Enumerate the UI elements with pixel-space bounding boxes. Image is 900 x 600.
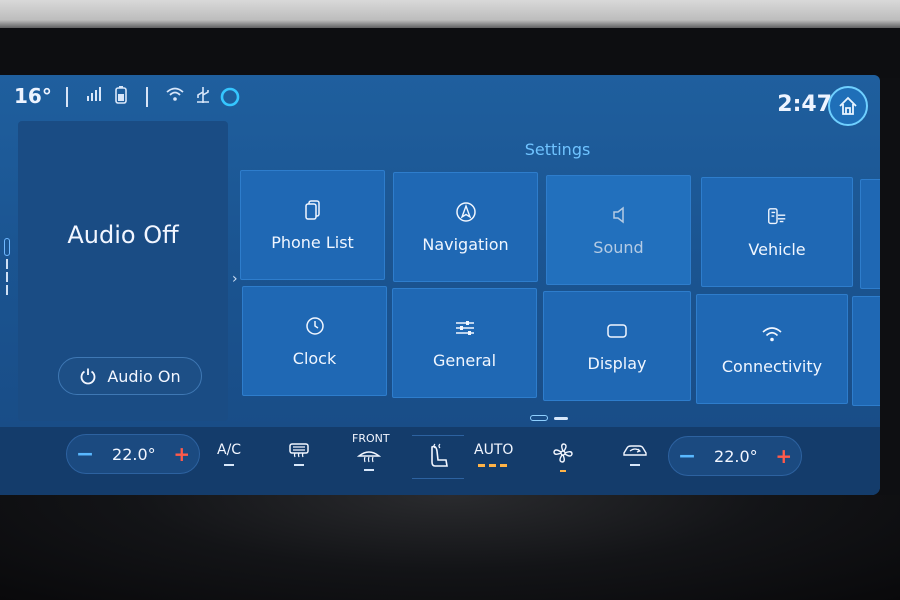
front-defrost-indicator — [364, 469, 374, 471]
driver-temp-value: 22.0° — [112, 444, 156, 464]
seat-icon — [431, 443, 448, 467]
side-indicator-active — [4, 238, 10, 256]
dashboard-trim — [0, 495, 900, 600]
status-bar: 16° 2:47 — [0, 75, 880, 126]
settings-title: Settings — [524, 140, 591, 159]
power-icon — [80, 368, 96, 385]
tile-navigation[interactable]: Navigation — [393, 172, 538, 282]
auto-button[interactable]: AUTO — [474, 442, 513, 467]
speaker-icon — [608, 204, 630, 226]
status-separator — [146, 87, 148, 107]
recirculation-icon — [623, 445, 647, 456]
seat-climate-button[interactable] — [412, 435, 464, 479]
usb-icon — [194, 86, 212, 108]
front-defrost-label: FRONT — [352, 432, 390, 445]
wifi-icon — [761, 323, 783, 345]
rear-defrost-icon — [289, 443, 309, 458]
audio-on-label: Audio On — [107, 366, 181, 386]
tile-sound[interactable]: Sound — [546, 175, 691, 285]
status-separator — [66, 87, 68, 107]
rear-defrost-indicator — [294, 464, 304, 466]
tile-phone-list[interactable]: Phone List — [240, 170, 385, 280]
tile-general[interactable]: General — [392, 288, 537, 398]
passenger-temp-control: − 22.0° + — [668, 436, 802, 476]
climate-bar: − 22.0° + A/C FRONT AUTO − 22.0° + — [0, 427, 880, 495]
assistant-icon[interactable] — [220, 87, 240, 111]
fan-icon — [553, 443, 573, 463]
ac-label: A/C — [217, 442, 242, 458]
ac-indicator — [224, 464, 235, 466]
fan-button[interactable] — [552, 442, 574, 472]
auto-label: AUTO — [474, 442, 514, 458]
tile-display[interactable]: Display — [543, 291, 691, 401]
photo-frame: 16° 2:47 Audio Off Audio On › Settings P… — [0, 0, 900, 600]
page-dot-active[interactable] — [530, 415, 548, 421]
tile-next-partial[interactable] — [852, 296, 880, 406]
driver-temp-control: − 22.0° + — [66, 434, 200, 474]
tile-next-partial[interactable] — [860, 179, 880, 289]
passenger-temp-decrease[interactable]: − — [678, 444, 696, 469]
driver-temp-decrease[interactable]: − — [76, 442, 94, 467]
clock-time: 2:47 — [777, 92, 832, 117]
auto-indicator — [477, 464, 510, 467]
vehicle-icon — [766, 206, 788, 228]
ac-button[interactable]: A/C — [217, 442, 241, 466]
clock-icon — [304, 315, 326, 337]
wifi-icon — [165, 86, 185, 106]
screen-bezel — [0, 28, 900, 78]
infotainment-screen: 16° 2:47 Audio Off Audio On › Settings P… — [0, 75, 880, 495]
tile-clock[interactable]: Clock — [242, 286, 387, 396]
recirculation-button[interactable] — [622, 442, 648, 466]
chevron-right-icon[interactable]: › — [232, 271, 238, 287]
home-icon — [839, 96, 857, 115]
audio-on-button[interactable]: Audio On — [58, 357, 202, 395]
display-icon — [606, 320, 628, 342]
driver-temp-increase[interactable]: + — [173, 442, 190, 466]
fan-indicator — [560, 470, 566, 472]
front-defrost-icon — [357, 451, 381, 463]
recirculation-indicator — [630, 464, 640, 466]
navigation-icon — [455, 201, 477, 223]
passenger-temp-increase[interactable]: + — [775, 444, 792, 468]
audio-panel[interactable]: Audio Off Audio On — [18, 121, 228, 421]
audio-state: Audio Off — [67, 221, 179, 249]
sliders-icon — [454, 317, 476, 339]
rear-defrost-button[interactable] — [288, 442, 310, 466]
home-button[interactable] — [828, 86, 868, 126]
phone-list-icon — [302, 199, 324, 221]
front-defrost-button[interactable] — [357, 447, 381, 471]
outside-temperature: 16° — [14, 84, 52, 108]
page-dot[interactable] — [554, 416, 568, 420]
phone-battery-icon — [115, 86, 127, 108]
page-side-indicator — [4, 238, 10, 308]
tile-vehicle[interactable]: Vehicle — [701, 177, 853, 287]
signal-icon — [86, 86, 104, 106]
tile-connectivity[interactable]: Connectivity — [696, 294, 848, 404]
passenger-temp-value: 22.0° — [714, 446, 758, 466]
page-indicator — [530, 415, 568, 421]
